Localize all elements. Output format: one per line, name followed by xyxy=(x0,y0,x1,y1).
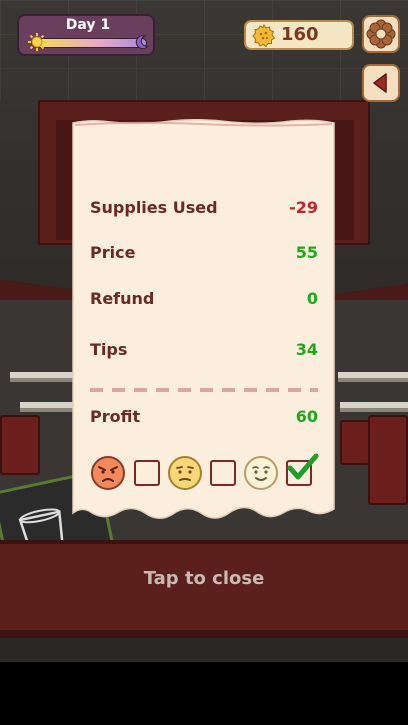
price-label: Price xyxy=(90,243,136,262)
table-right xyxy=(338,372,408,382)
chair-right-2 xyxy=(340,420,370,465)
coin-counter: 160 xyxy=(244,20,354,50)
happy-face-icon xyxy=(243,455,279,491)
gear-icon xyxy=(366,19,396,49)
receipt-row-tips: Tips 34 xyxy=(90,340,318,366)
refund-value: 0 xyxy=(306,289,318,308)
table-left xyxy=(10,372,80,382)
customer-rating xyxy=(90,453,319,493)
back-button[interactable] xyxy=(362,64,400,102)
settings-button[interactable] xyxy=(362,15,400,53)
cookie-coin-icon xyxy=(252,24,276,48)
receipt-row-price: Price 55 xyxy=(90,243,318,269)
day-panel: Day 1 xyxy=(17,14,155,56)
refund-label: Refund xyxy=(90,289,155,308)
profit-label: Profit xyxy=(90,407,141,426)
chair-left xyxy=(0,415,40,475)
happy-checkbox xyxy=(286,453,319,486)
dashed-divider xyxy=(90,388,318,392)
checkmark-icon xyxy=(287,453,319,480)
tap-to-close-label[interactable]: Tap to close xyxy=(0,568,408,589)
back-arrow-icon xyxy=(373,73,387,93)
supplies-label: Supplies Used xyxy=(90,198,218,217)
sun-icon xyxy=(28,33,46,51)
neutral-checkbox xyxy=(210,460,236,486)
neutral-face-icon xyxy=(167,455,203,491)
price-value: 55 xyxy=(295,243,318,262)
supplies-value: -29 xyxy=(289,198,318,217)
chair-right xyxy=(368,415,408,505)
angry-face-icon xyxy=(90,455,126,491)
coin-value: 160 xyxy=(281,24,319,45)
day-progress-bar xyxy=(31,38,147,48)
day-label: Day 1 xyxy=(65,17,111,33)
bottom-bar xyxy=(0,662,408,725)
moon-icon xyxy=(135,35,150,50)
receipt-row-refund: Refund 0 xyxy=(90,289,318,315)
profit-value: 60 xyxy=(295,407,318,426)
tips-label: Tips xyxy=(90,340,128,359)
counter-lip xyxy=(0,630,408,638)
receipt-row-supplies: Supplies Used -29 xyxy=(90,198,318,224)
receipt-row-profit: Profit 60 xyxy=(90,407,318,433)
table-right-2 xyxy=(340,402,408,412)
tips-value: 34 xyxy=(295,340,318,359)
angry-checkbox xyxy=(134,460,160,486)
